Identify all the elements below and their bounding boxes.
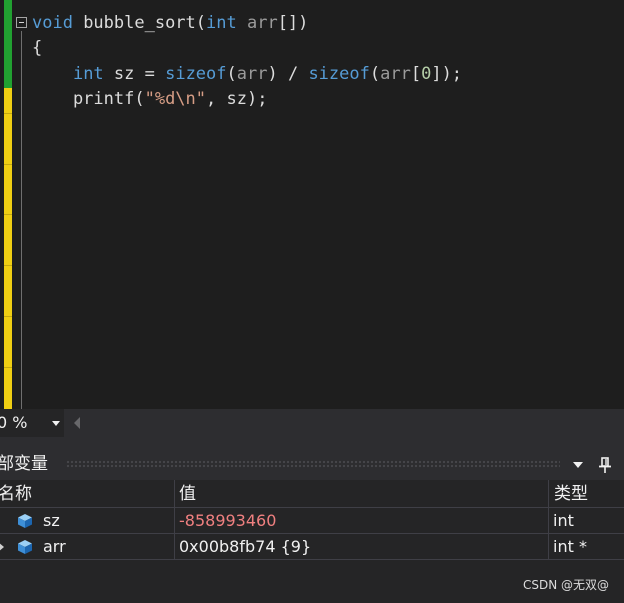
code-token: arr bbox=[236, 64, 268, 84]
code-token: { bbox=[32, 38, 43, 58]
collapse-toggle-icon[interactable] bbox=[16, 17, 27, 28]
drag-grip[interactable] bbox=[66, 460, 560, 468]
column-header-name[interactable]: 名称 bbox=[0, 480, 32, 508]
code-token: int bbox=[206, 13, 237, 33]
table-row[interactable]: arr 0x00b8fb74 {9} int * bbox=[0, 534, 624, 560]
code-token: ]); bbox=[431, 64, 463, 84]
zoom-level: 0 % bbox=[0, 413, 28, 432]
code-token: []) bbox=[277, 13, 309, 33]
code-token: arr bbox=[236, 13, 278, 33]
pin-icon[interactable] bbox=[596, 456, 614, 474]
variable-type: int * bbox=[553, 537, 587, 556]
variable-type: int bbox=[553, 511, 574, 530]
table-row[interactable]: sz -858993460 int bbox=[0, 508, 624, 534]
panel-title: 部变量 bbox=[0, 454, 48, 474]
code-token: sizeof bbox=[165, 64, 227, 84]
variable-name: sz bbox=[43, 511, 60, 530]
zoom-combo[interactable]: 0 % bbox=[0, 409, 64, 437]
code-token: int bbox=[72, 64, 104, 84]
code-token: ) / bbox=[267, 64, 309, 84]
code-editor[interactable]: void bubble_sort(int arr[]){ int sz = si… bbox=[0, 0, 624, 409]
code-token: ( bbox=[369, 64, 381, 84]
variable-name: arr bbox=[43, 537, 66, 556]
panel-splitter[interactable] bbox=[0, 437, 624, 449]
code-line[interactable]: int sz = sizeof(arr) / sizeof(arr[0]); bbox=[32, 62, 462, 87]
column-header-value[interactable]: 值 bbox=[179, 480, 196, 508]
code-token: sz = bbox=[103, 64, 166, 84]
variable-value[interactable]: 0x00b8fb74 {9} bbox=[179, 534, 311, 560]
code-token: printf( bbox=[32, 89, 145, 109]
saved-changes-marker bbox=[4, 0, 12, 88]
code-line[interactable]: { bbox=[32, 36, 42, 61]
outline-guide bbox=[21, 31, 22, 409]
column-header-type[interactable]: 类型 bbox=[554, 480, 588, 508]
code-token: arr bbox=[380, 64, 411, 84]
code-token: bubble_sort( bbox=[72, 13, 207, 33]
code-token: [ bbox=[410, 64, 422, 84]
code-line[interactable]: printf("%d\n", sz); bbox=[32, 87, 268, 112]
scroll-left-icon[interactable] bbox=[74, 417, 80, 429]
grid-header: 名称 值 类型 bbox=[0, 480, 624, 508]
watermark: CSDN @无双@ bbox=[523, 578, 610, 592]
editor-status-strip: 0 % bbox=[0, 409, 624, 437]
code-token: sizeof bbox=[308, 64, 370, 84]
variable-cube-icon bbox=[18, 540, 32, 554]
expand-arrow-icon[interactable] bbox=[0, 542, 4, 552]
chevron-down-icon[interactable] bbox=[573, 462, 583, 468]
code-token: void bbox=[32, 13, 73, 33]
code-token: ( bbox=[226, 64, 237, 84]
code-line[interactable]: void bubble_sort(int arr[]) bbox=[32, 11, 308, 36]
change-tracking-bar bbox=[4, 0, 12, 409]
panel-title-bar[interactable]: 部变量 bbox=[0, 449, 624, 480]
code-token: 0 bbox=[421, 64, 432, 84]
unsaved-changes-marker bbox=[4, 88, 12, 409]
variable-cube-icon bbox=[18, 514, 32, 528]
chevron-down-icon[interactable] bbox=[52, 421, 60, 426]
code-token: "%d\n" bbox=[144, 89, 207, 109]
variable-value[interactable]: -858993460 bbox=[179, 508, 276, 534]
code-token: , sz); bbox=[206, 89, 268, 109]
